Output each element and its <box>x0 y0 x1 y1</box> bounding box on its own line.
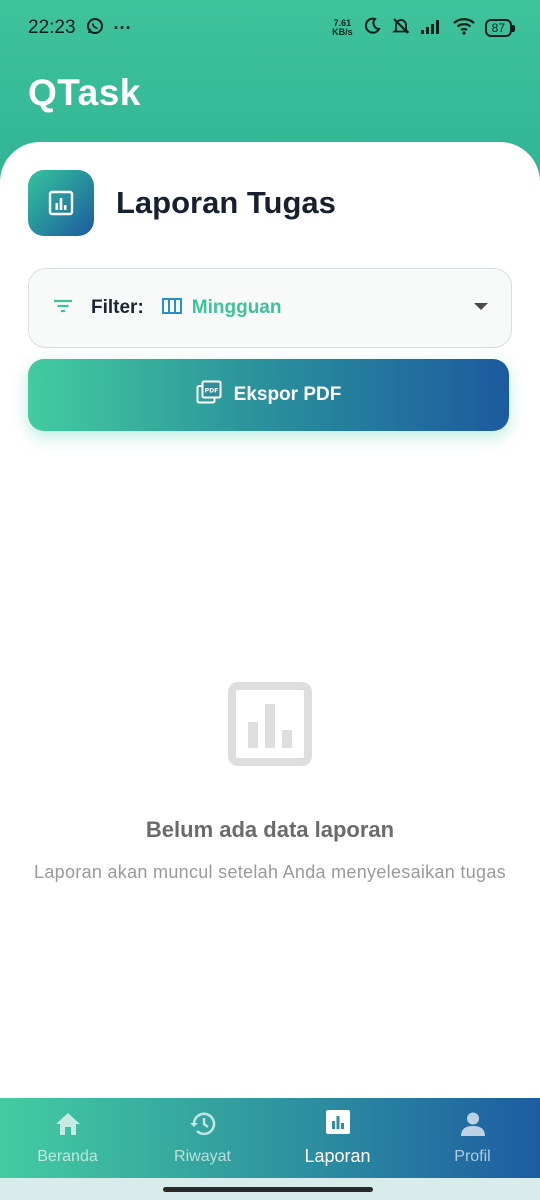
svg-text:PDF: PDF <box>204 388 217 395</box>
nav-item-riwayat[interactable]: Riwayat <box>135 1098 270 1178</box>
signal-icon <box>420 18 443 39</box>
export-pdf-button[interactable]: PDF Ekspor PDF <box>28 359 509 431</box>
bar-chart-icon <box>325 1109 351 1140</box>
home-indicator[interactable] <box>163 1187 373 1192</box>
filter-dropdown[interactable]: Filter: Mingguan <box>28 268 512 348</box>
page-header: Laporan Tugas <box>28 170 336 236</box>
empty-state-title: Belum ada data laporan <box>145 817 395 842</box>
nav-item-profil[interactable]: Profil <box>405 1098 540 1178</box>
nav-item-beranda[interactable]: Beranda <box>0 1098 135 1178</box>
empty-report-icon <box>228 682 312 771</box>
export-pdf-label: Ekspor PDF <box>233 384 342 405</box>
filter-icon <box>51 296 75 321</box>
battery-indicator: 87 <box>484 19 516 37</box>
history-icon <box>189 1111 217 1142</box>
chevron-down-icon <box>473 299 489 317</box>
nav-label-beranda: Beranda <box>37 1147 98 1165</box>
status-time: 22:23 <box>28 17 76 38</box>
bottom-navigation: Beranda Riwayat Laporan Profil <box>0 1098 540 1178</box>
nav-label-profil: Profil <box>454 1147 491 1165</box>
muted-bell-icon <box>391 16 411 41</box>
report-icon <box>28 170 94 236</box>
gesture-bar <box>0 1178 540 1200</box>
home-icon <box>54 1111 82 1142</box>
person-icon <box>459 1111 487 1142</box>
moon-icon <box>363 17 381 40</box>
filter-value: Mingguan <box>191 297 282 318</box>
pdf-icon: PDF <box>196 380 222 410</box>
page-title: Laporan Tugas <box>116 185 336 220</box>
app-title: QTask <box>28 72 141 113</box>
empty-state-subtitle: Laporan akan muncul setelah Anda menyele… <box>34 862 506 882</box>
week-view-icon <box>161 297 182 319</box>
nav-label-riwayat: Riwayat <box>174 1147 231 1165</box>
nav-item-laporan[interactable]: Laporan <box>270 1098 405 1178</box>
whatsapp-icon <box>86 17 104 40</box>
status-bar: 22:23 ··· 7.61 KB/s 87 <box>0 0 540 56</box>
wifi-icon <box>452 17 475 40</box>
network-speed: 7.61 KB/s <box>332 18 353 37</box>
content-sheet: Laporan Tugas Filter: Mingguan PDF Ekspo… <box>0 142 540 1100</box>
filter-label: Filter: <box>91 297 144 318</box>
nav-label-laporan: Laporan <box>304 1146 371 1166</box>
more-notifications-icon: ··· <box>113 17 132 38</box>
